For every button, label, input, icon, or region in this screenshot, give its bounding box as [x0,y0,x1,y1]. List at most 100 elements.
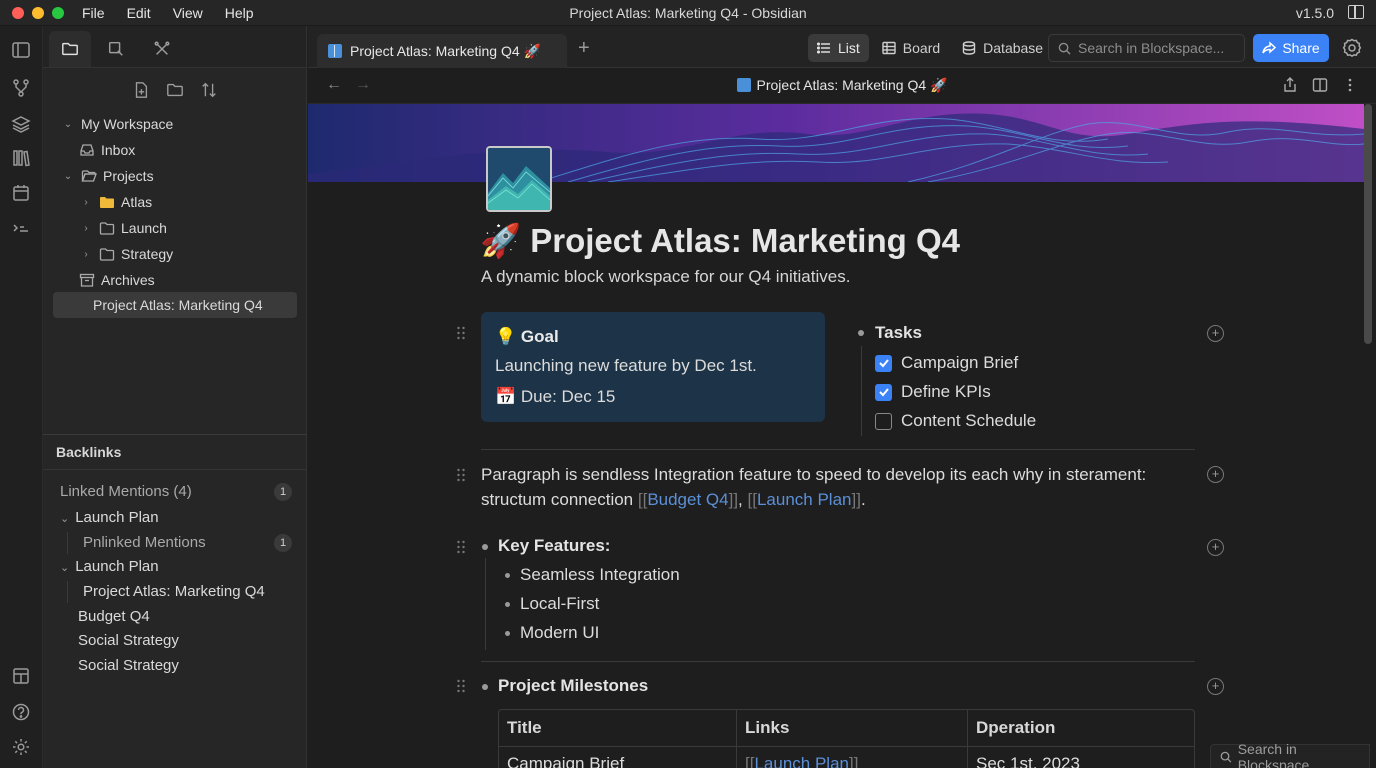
backlink-item[interactable]: Pnlinked Mentions [83,534,206,551]
backlink-item[interactable]: ⌄ Launch Plan [60,509,159,526]
sort-icon[interactable] [200,81,218,102]
view-list-button[interactable]: List [808,34,869,62]
tree-item-projects[interactable]: ⌄ Projects [61,164,154,188]
backlink-item[interactable]: Budget Q4 [78,608,150,625]
drag-handle-icon[interactable] [456,540,466,554]
minimize-window-button[interactable] [32,6,44,19]
new-note-icon[interactable] [132,81,150,102]
chevron-down-icon[interactable]: ⌄ [60,513,69,525]
drag-handle-icon[interactable] [456,326,466,340]
add-block-icon[interactable]: + [1207,678,1224,695]
divider [481,449,1195,450]
task-item[interactable]: Content Schedule [875,411,1036,431]
view-switcher: List Board Database [808,34,1052,62]
search-input[interactable] [1078,40,1228,56]
chevron-right-icon[interactable]: › [79,197,93,208]
folder-icon [99,220,115,236]
template-icon[interactable] [11,666,31,686]
add-block-icon[interactable]: + [1207,325,1224,342]
tree-item-current-note[interactable]: Project Atlas: Marketing Q4 [53,292,297,318]
export-icon[interactable] [1282,77,1298,93]
inbox-icon [79,142,95,158]
chevron-down-icon[interactable]: ⌄ [60,562,69,574]
tree-item-strategy[interactable]: › Strategy [79,242,173,266]
table-header[interactable]: Links [745,718,789,738]
view-board-button[interactable]: Board [873,34,949,62]
search-icon[interactable] [95,31,137,67]
table-icon [882,41,896,55]
task-item[interactable]: Define KPIs [875,382,991,402]
backlink-item[interactable]: ⌄ Launch Plan [60,558,159,575]
chevron-right-icon[interactable]: › [79,223,93,234]
new-tab-icon[interactable]: + [578,37,590,60]
drag-handle-icon[interactable] [456,679,466,693]
drag-handle-icon[interactable] [456,468,466,482]
table-header[interactable]: Dperation [976,718,1055,738]
sidebar-toggle-icon[interactable] [11,40,31,60]
task-item[interactable]: Campaign Brief [875,353,1018,373]
scrollbar[interactable] [1364,104,1372,344]
tree-item-launch[interactable]: › Launch [79,216,167,240]
menu-view[interactable]: View [173,5,203,21]
add-block-icon[interactable]: + [1207,539,1224,556]
bullet-icon [505,573,510,578]
wikilink-launch-plan[interactable]: Launch Plan [757,490,852,509]
menu-edit[interactable]: Edit [127,5,151,21]
database-icon [962,41,976,55]
backlink-item[interactable]: Project Atlas: Marketing Q4 [83,583,265,600]
checkbox-unchecked[interactable] [875,412,892,430]
checkbox-checked[interactable] [875,383,892,401]
tree-item-label: Projects [103,168,154,184]
tab-project-atlas[interactable]: Project Atlas: Marketing Q4 🚀 [317,34,567,68]
gear-icon[interactable] [1342,38,1362,58]
tree-item-my-workspace[interactable]: ⌄ My Workspace [61,112,174,136]
wikilink-bracket: [[ [637,490,648,509]
maximize-window-button[interactable] [52,6,64,19]
bookmarks-icon[interactable] [141,31,183,67]
help-icon[interactable] [11,702,31,722]
add-block-icon[interactable]: + [1207,466,1224,483]
view-label: List [838,40,860,56]
wikilink-launch-plan[interactable]: Launch Plan [754,754,849,768]
chevron-down-icon[interactable]: ⌄ [61,171,75,182]
table-cell[interactable]: [[Launch Plan]] [745,754,858,768]
close-window-button[interactable] [12,6,24,19]
more-options-icon[interactable] [1342,77,1358,93]
library-icon[interactable] [11,148,31,168]
wikilink-bracket: ]] [848,754,859,768]
backlink-count: 1 [274,534,292,552]
linked-mentions-label[interactable]: Linked Mentions (4) [60,483,192,500]
share-icon [1262,41,1277,54]
chevron-right-icon[interactable]: › [79,249,93,260]
table-cell[interactable]: Campaign Brief [507,754,624,768]
split-view-icon[interactable] [1312,77,1328,93]
files-icon[interactable] [49,31,91,67]
tree-item-archives[interactable]: Archives [79,268,155,292]
bullet-icon [505,602,510,607]
tree-item-inbox[interactable]: Inbox [79,138,135,162]
tree-item-atlas[interactable]: › Atlas [79,190,152,214]
calendar-icon[interactable] [11,183,31,203]
settings-icon[interactable] [11,737,31,757]
wikilink-budget-q4[interactable]: Budget Q4 [647,490,728,509]
table-cell[interactable]: Sec 1st, 2023 [976,754,1080,768]
task-label: Content Schedule [901,411,1037,430]
menu-help[interactable]: Help [225,5,254,21]
layers-icon[interactable] [11,114,31,134]
search-box[interactable] [1048,34,1245,62]
backlink-item[interactable]: Social Strategy [78,657,179,674]
menu-file[interactable]: File [82,5,105,21]
table-header[interactable]: Title [507,718,542,738]
right-sidebar-toggle-icon[interactable] [1348,5,1364,19]
chevron-down-icon[interactable]: ⌄ [61,119,75,130]
view-database-button[interactable]: Database [953,34,1052,62]
share-button[interactable]: Share [1253,34,1329,62]
graph-icon[interactable] [11,78,31,98]
backlink-item[interactable]: Social Strategy [78,632,179,649]
paragraph-separator: , [738,490,748,509]
footer-search[interactable]: Search in Blockspace [1210,741,1370,768]
page-cover-icon[interactable] [486,146,552,212]
checkbox-checked[interactable] [875,354,892,372]
new-folder-icon[interactable] [166,81,184,102]
command-icon[interactable] [11,219,31,239]
